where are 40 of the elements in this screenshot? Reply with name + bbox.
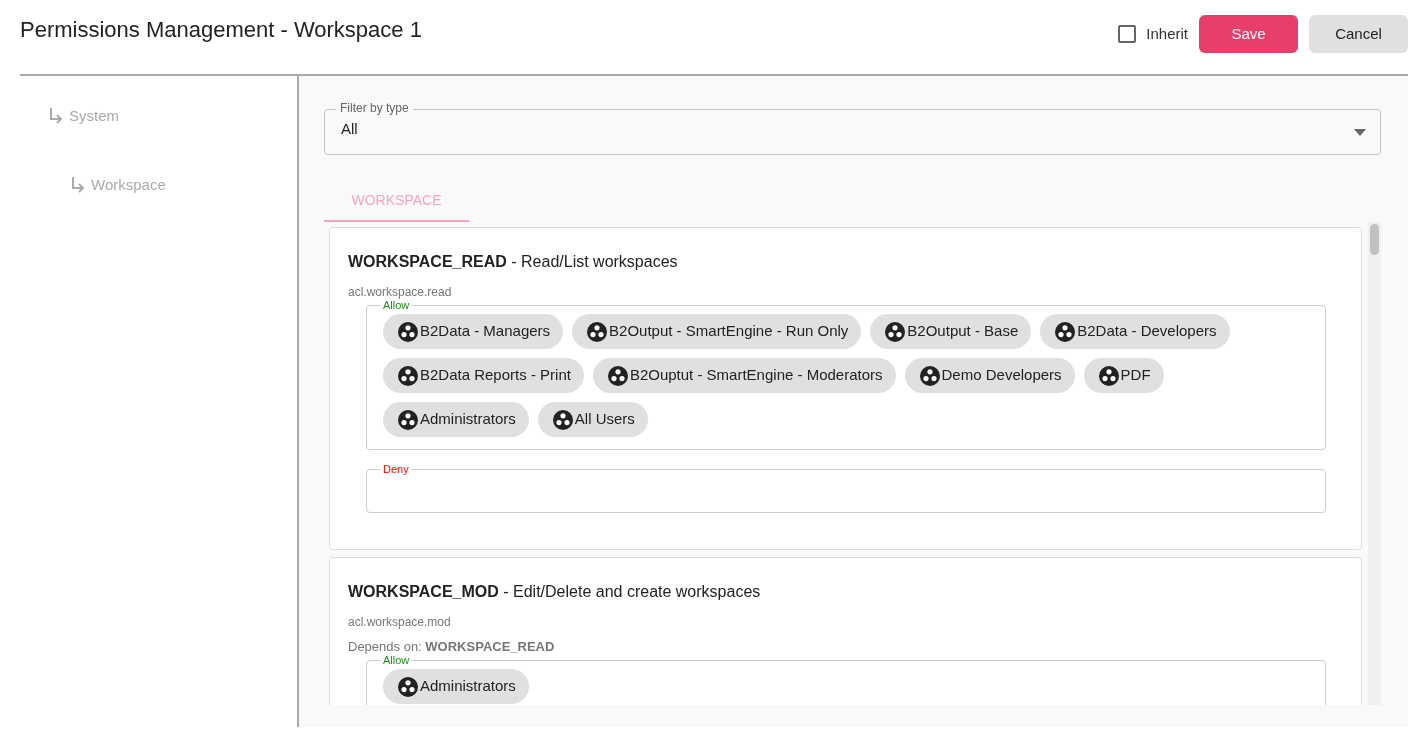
role-chip[interactable]: B2Output - Base [870,314,1032,349]
role-chip[interactable]: PDF [1083,358,1164,393]
role-chip[interactable]: B2Data Reports - Print [383,358,584,393]
caret-icon [1354,128,1366,136]
filter-label: Filter by type [336,102,413,115]
role-chip[interactable]: B2Output - SmartEngine - Run Only [572,314,862,349]
dots-circle-icon [398,676,418,697]
save-button[interactable]: Save [1199,15,1298,53]
inherit-label: Inherit [1146,23,1188,44]
dots-circle-icon [1055,321,1076,342]
role-chip[interactable]: Administrators [383,669,529,704]
permission-key: acl.workspace.read [348,285,1342,299]
role-chip[interactable]: B2Ouptut - SmartEngine - Moderators [592,358,896,393]
dots-circle-icon [607,365,628,386]
corner-arrow-icon [70,176,86,194]
dots-circle-icon [398,365,418,386]
dots-circle-icon [398,321,418,342]
role-chip[interactable]: Demo Developers [904,358,1075,393]
deny-label: Deny [382,463,410,475]
cancel-button[interactable]: Cancel [1309,15,1408,53]
dots-circle-icon [587,321,608,342]
dots-circle-icon [919,365,940,386]
dots-circle-icon [1098,365,1119,386]
role-chip[interactable]: Administrators [383,402,529,437]
scrollbar-thumb[interactable] [1370,224,1379,255]
dots-circle-icon [398,409,418,430]
allow-label: Allow [382,654,411,666]
dependency-text: Depends on: WORKSPACE_READ [348,640,556,654]
role-chip[interactable]: All Users [537,402,648,437]
corner-arrow-icon [48,107,64,125]
dots-circle-icon [552,409,573,430]
role-chip[interactable]: B2Data - Developers [1040,314,1230,349]
dots-circle-icon [885,321,906,342]
page-title: Permissions Management - Workspace 1 [20,17,422,43]
allow-label: Allow [382,299,411,311]
permission-title: WORKSPACE_MOD - Edit/Delete and create workspaces [348,582,762,602]
permission-title: WORKSPACE_READ - Read/List workspaces [348,252,679,272]
inherit-checkbox[interactable] [1118,25,1137,43]
role-chip[interactable]: B2Data - Managers [383,314,564,349]
permission-key: acl.workspace.mod [348,615,1342,629]
